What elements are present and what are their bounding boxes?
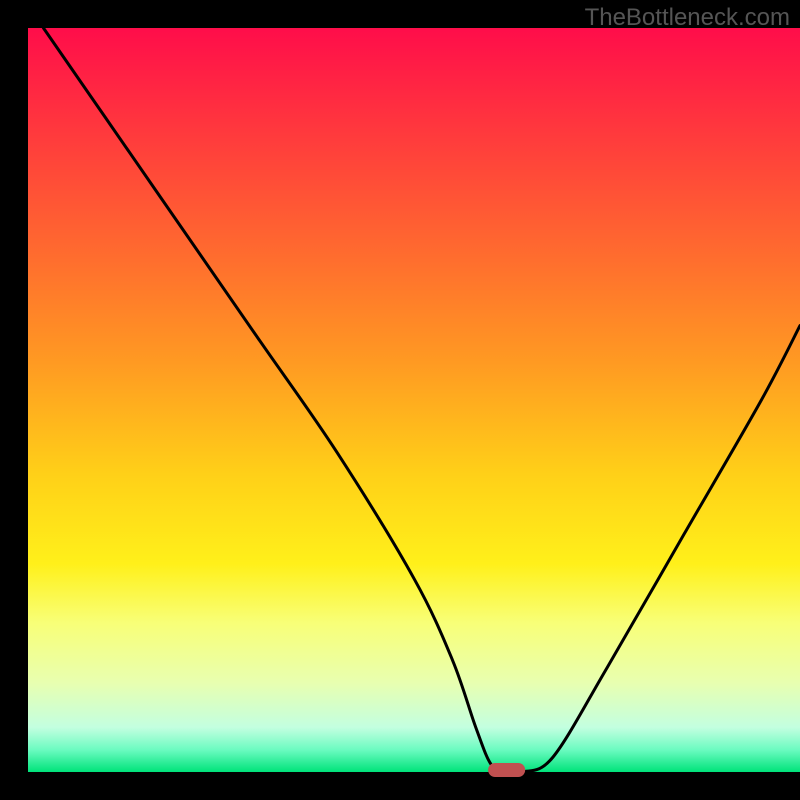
chart-container: TheBottleneck.com [0,0,800,800]
watermark-text: TheBottleneck.com [585,4,790,32]
minimum-marker [488,763,525,777]
bottleneck-chart [0,0,800,800]
gradient-background [28,28,800,772]
